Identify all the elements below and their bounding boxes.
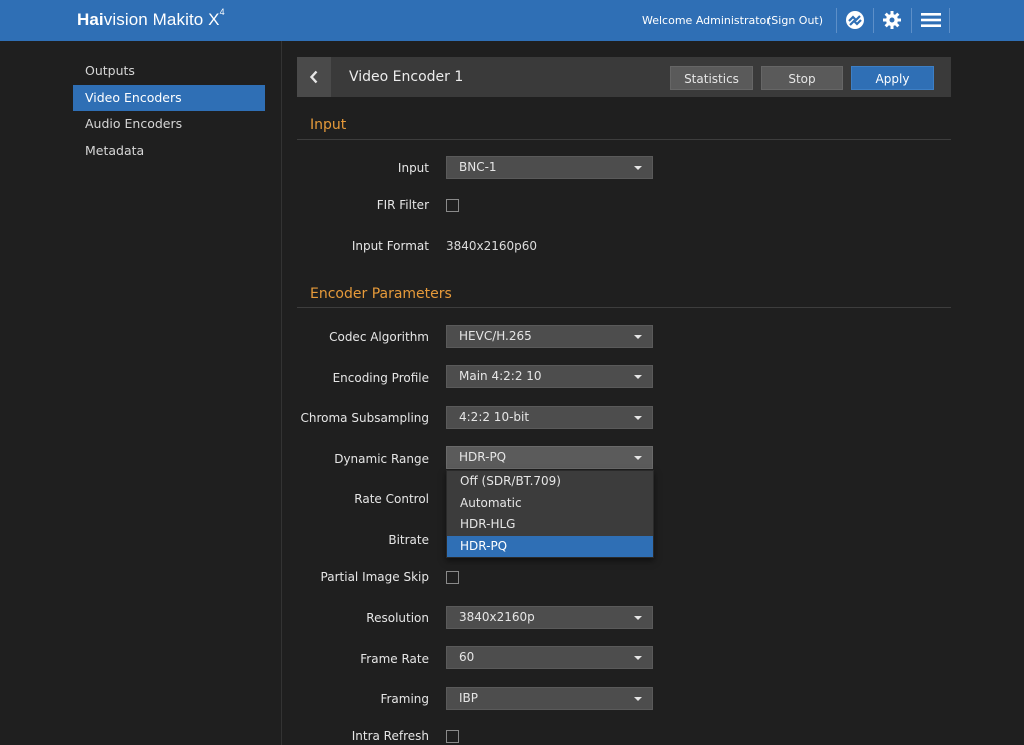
framing-select[interactable]: IBP xyxy=(446,687,653,710)
encoder-section-title: Encoder Parameters xyxy=(310,286,452,302)
caret-down-icon xyxy=(634,416,642,420)
chroma-subsampling-label: Chroma Subsampling xyxy=(300,411,430,425)
frame-rate-select[interactable]: 60 xyxy=(446,646,653,669)
rate-control-label: Rate Control xyxy=(354,492,429,506)
toolbar-divider xyxy=(949,8,950,33)
partial-image-skip-label: Partial Image Skip xyxy=(320,570,429,584)
top-bar: Haivision Makito X4 Welcome Administrato… xyxy=(0,0,1024,41)
framing-label: Framing xyxy=(380,692,429,706)
page-header: Video Encoder 1 Statistics Stop Apply xyxy=(297,57,951,97)
caret-down-icon xyxy=(634,616,642,620)
welcome-text: Welcome Administrator xyxy=(642,14,771,27)
apply-button[interactable]: Apply xyxy=(851,66,934,90)
dynamic-range-dropdown: Off (SDR/BT.709) Automatic HDR-HLG HDR-P… xyxy=(446,470,654,558)
caret-down-icon xyxy=(634,335,642,339)
back-button[interactable] xyxy=(297,57,331,97)
caret-down-icon xyxy=(634,166,642,170)
chevron-left-icon xyxy=(309,70,318,84)
caret-down-icon xyxy=(634,456,642,460)
sign-out-link[interactable]: (Sign Out) xyxy=(767,14,823,27)
toolbar-divider xyxy=(911,8,912,33)
frame-rate-label: Frame Rate xyxy=(360,652,429,666)
dropdown-option-automatic[interactable]: Automatic xyxy=(447,493,653,515)
dropdown-option-hdr-pq[interactable]: HDR-PQ xyxy=(447,535,653,557)
caret-down-icon xyxy=(634,375,642,379)
menu-icon[interactable] xyxy=(919,8,943,32)
brand-logo: Haivision Makito X4 xyxy=(77,7,225,29)
dynamic-range-select[interactable]: HDR-PQ xyxy=(446,446,653,469)
intra-refresh-checkbox[interactable] xyxy=(446,730,459,743)
input-format-label: Input Format xyxy=(351,239,429,253)
statistics-button[interactable]: Statistics xyxy=(670,66,753,90)
codec-algorithm-label: Codec Algorithm xyxy=(329,330,429,344)
input-select[interactable]: BNC-1 xyxy=(446,156,653,179)
sidebar-item-video-encoders[interactable]: Video Encoders xyxy=(73,84,265,111)
input-label: Input xyxy=(397,161,429,175)
toolbar-divider xyxy=(873,8,874,33)
dropdown-option-off-sdr[interactable]: Off (SDR/BT.709) xyxy=(447,471,653,493)
toolbar-divider xyxy=(836,8,837,33)
resolution-select[interactable]: 3840x2160p xyxy=(446,606,653,629)
sidebar-divider xyxy=(281,41,282,745)
caret-down-icon xyxy=(634,697,642,701)
dynamic-range-label: Dynamic Range xyxy=(334,452,429,466)
bitrate-label: Bitrate xyxy=(388,533,429,547)
chroma-subsampling-select[interactable]: 4:2:2 10-bit xyxy=(446,406,653,429)
codec-algorithm-select[interactable]: HEVC/H.265 xyxy=(446,325,653,348)
sidebar-item-audio-encoders[interactable]: Audio Encoders xyxy=(73,111,265,138)
fir-filter-label: FIR Filter xyxy=(376,198,429,212)
input-section-title: Input xyxy=(310,117,347,133)
section-divider xyxy=(297,139,951,140)
sidebar-item-outputs[interactable]: Outputs xyxy=(73,58,265,85)
stop-button[interactable]: Stop xyxy=(761,66,843,90)
caret-down-icon xyxy=(634,656,642,660)
gear-icon[interactable] xyxy=(880,8,904,32)
dropdown-option-hdr-hlg[interactable]: HDR-HLG xyxy=(447,514,653,536)
page-title: Video Encoder 1 xyxy=(349,69,464,85)
input-format-value: 3840x2160p60 xyxy=(446,239,538,253)
fir-filter-checkbox[interactable] xyxy=(446,199,459,212)
partial-image-skip-checkbox[interactable] xyxy=(446,571,459,584)
intra-refresh-label: Intra Refresh xyxy=(351,729,429,743)
resolution-label: Resolution xyxy=(366,611,429,625)
encoding-profile-select[interactable]: Main 4:2:2 10 xyxy=(446,365,653,388)
haivision-status-icon[interactable] xyxy=(843,8,867,32)
encoding-profile-label: Encoding Profile xyxy=(332,371,429,385)
sidebar: Outputs Video Encoders Audio Encoders Me… xyxy=(73,58,265,164)
section-divider xyxy=(297,307,951,308)
